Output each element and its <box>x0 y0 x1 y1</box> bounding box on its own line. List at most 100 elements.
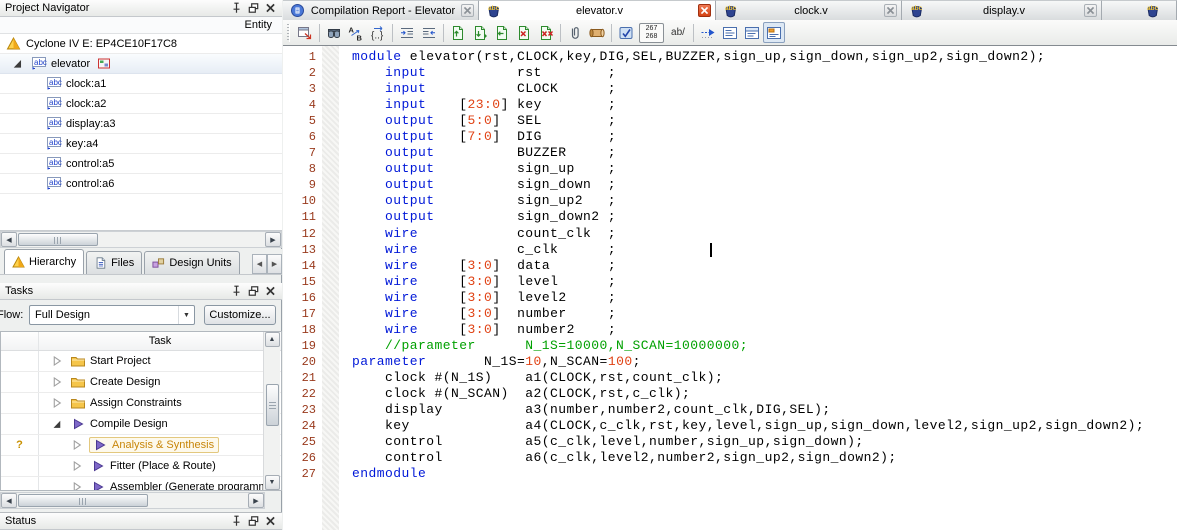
view-split-button[interactable] <box>741 22 763 43</box>
tree-item-clock-a2[interactable]: abcclock:a2 <box>0 94 282 114</box>
scroll-down-icon[interactable]: ▼ <box>265 475 280 490</box>
task-row-start-project[interactable]: Start Project <box>1 351 281 372</box>
scroll-thumb[interactable] <box>266 384 279 426</box>
tree-item-display-a3[interactable]: abcdisplay:a3 <box>0 114 282 134</box>
gutter-gap <box>316 466 352 482</box>
find-button[interactable] <box>323 22 345 43</box>
close-icon[interactable] <box>264 515 277 527</box>
code-line: 12 wire count_clk ; <box>283 226 1177 242</box>
attach-note-button[interactable] <box>564 22 586 43</box>
editor-tab-compilation-report-elevator[interactable]: Compilation Report - Elevator <box>283 0 479 20</box>
abc-icon: abc <box>45 117 62 130</box>
editor-tab-display-v[interactable]: abcdisplay.v <box>902 0 1102 20</box>
pin-icon[interactable] <box>230 515 243 527</box>
scroll-thumb[interactable] <box>18 494 148 507</box>
editor-tab-clock-v[interactable]: abcclock.v <box>716 0 902 20</box>
tree-item-control-a5[interactable]: abccontrol:a5 <box>0 154 282 174</box>
line-number: 4 <box>283 97 316 113</box>
scroll-left-icon[interactable]: ◀ <box>1 493 17 508</box>
task-content: Assembler (Generate programmi <box>39 481 270 491</box>
insert-template-button[interactable] <box>586 22 608 43</box>
tree-item-elevator[interactable]: abcelevator <box>0 54 282 74</box>
outdent-button[interactable] <box>418 22 440 43</box>
code-text: output BUZZER ; <box>352 145 616 161</box>
tab-design-units[interactable]: Design Units <box>144 251 239 274</box>
chevron-down-icon[interactable]: ▼ <box>178 306 194 324</box>
scroll-up-icon[interactable]: ▲ <box>265 332 280 347</box>
pin-icon[interactable] <box>230 285 243 297</box>
tab-close-icon[interactable] <box>884 4 897 17</box>
bookmark-next-button[interactable] <box>469 22 491 43</box>
task-gutter <box>1 414 39 434</box>
task-column-header[interactable]: Task <box>39 332 281 350</box>
scroll-thumb[interactable] <box>18 233 98 246</box>
code-text: wire [3:0] number2 ; <box>352 322 616 338</box>
editor-tab-elevator-v[interactable]: abcelevator.v <box>479 0 716 20</box>
flow-select[interactable]: Full Design ▼ <box>29 305 195 325</box>
task-content: Start Project <box>39 355 151 367</box>
line-number: 3 <box>283 81 316 97</box>
task-row-assign-constraints[interactable]: Assign Constraints <box>1 393 281 414</box>
task-row-compile-design[interactable]: Compile Design <box>1 414 281 435</box>
analyze-current-file-button[interactable] <box>615 22 637 43</box>
code-line: 11 output sign_down2 ; <box>283 209 1177 225</box>
tasks-hscrollbar[interactable]: ◀ ▶ <box>0 492 265 509</box>
task-row-create-design[interactable]: Create Design <box>1 372 281 393</box>
tab-hierarchy[interactable]: Hierarchy <box>4 249 84 274</box>
svg-text:B: B <box>357 33 363 41</box>
task-row-fitter-place-route-[interactable]: Fitter (Place & Route) <box>1 456 281 477</box>
bookmark-previous-button[interactable] <box>491 22 513 43</box>
tabs-scroll-left-icon[interactable]: ◀ <box>252 254 267 274</box>
entity-column-header[interactable]: Entity <box>0 17 282 34</box>
tree-item-cyclone-iv-e-ep4ce10f17c8[interactable]: Cyclone IV E: EP4CE10F17C8 <box>0 34 282 54</box>
open-in-main-window-button[interactable] <box>294 22 316 43</box>
bookmark-delete-button[interactable] <box>513 22 535 43</box>
tab-close-icon[interactable] <box>1084 4 1097 17</box>
gutter-gap <box>316 274 352 290</box>
close-icon[interactable] <box>264 285 277 297</box>
indent-button[interactable] <box>396 22 418 43</box>
close-icon[interactable] <box>264 2 277 14</box>
pin-icon[interactable] <box>230 2 243 14</box>
code-text: clock #(N_1S) a1(CLOCK,rst,count_clk); <box>352 370 723 386</box>
tree-item-control-a6[interactable]: abccontrol:a6 <box>0 174 282 194</box>
float-icon[interactable] <box>247 515 260 527</box>
tab-close-icon[interactable] <box>461 4 474 17</box>
view-combined-button[interactable] <box>763 22 785 43</box>
customize-button[interactable]: Customize... <box>204 305 276 325</box>
open-in-main-window-icon <box>297 25 313 41</box>
gutter-gap <box>316 354 352 370</box>
navigator-hscrollbar[interactable]: ◀ ▶ <box>0 231 282 248</box>
float-icon[interactable] <box>247 285 260 297</box>
match-brace-button[interactable]: {..} <box>367 22 389 43</box>
flow-selected-value: Full Design <box>35 309 90 321</box>
replace-button[interactable]: AB <box>345 22 367 43</box>
float-icon[interactable] <box>247 2 260 14</box>
abc-icon: abc <box>45 137 62 150</box>
tab-close-icon[interactable] <box>698 4 711 17</box>
bookmark-delete-all-button[interactable] <box>535 22 557 43</box>
tree-item-key-a4[interactable]: abckey:a4 <box>0 134 282 154</box>
task-row-assembler-generate-programmi[interactable]: Assembler (Generate programmi <box>1 477 281 491</box>
tree-item-clock-a1[interactable]: abcclock:a1 <box>0 74 282 94</box>
gutter-gap <box>316 290 352 306</box>
bookmark-toggle-button[interactable] <box>447 22 469 43</box>
tree-item-label: control:a6 <box>66 178 118 190</box>
tab-files[interactable]: Files <box>86 251 142 274</box>
toolbar-grip[interactable] <box>287 24 290 42</box>
comment-button[interactable]: ab/ <box>666 22 690 43</box>
code-editor[interactable]: 1module elevator(rst,CLOCK,key,DIG,SEL,B… <box>283 45 1177 530</box>
goto-button[interactable] <box>697 22 719 43</box>
text-editor-toolbar: AB{..}267268ab/ <box>283 20 1177 45</box>
scroll-right-icon[interactable]: ▶ <box>248 493 264 508</box>
editor-tab-partial[interactable]: abc <box>1102 0 1177 20</box>
code-line: 20parameter N_1S=10,N_SCAN=100; <box>283 354 1177 370</box>
task-vscrollbar[interactable]: ▲ ▼ <box>263 332 280 490</box>
task-row-analysis-synthesis[interactable]: ?Analysis & Synthesis <box>1 435 281 456</box>
tabs-scroll-right-icon[interactable]: ▶ <box>267 254 282 274</box>
folder-icon <box>70 376 86 388</box>
view-list-button[interactable] <box>719 22 741 43</box>
line-number: 18 <box>283 322 316 338</box>
scroll-right-icon[interactable]: ▶ <box>265 232 281 247</box>
scroll-left-icon[interactable]: ◀ <box>1 232 17 247</box>
